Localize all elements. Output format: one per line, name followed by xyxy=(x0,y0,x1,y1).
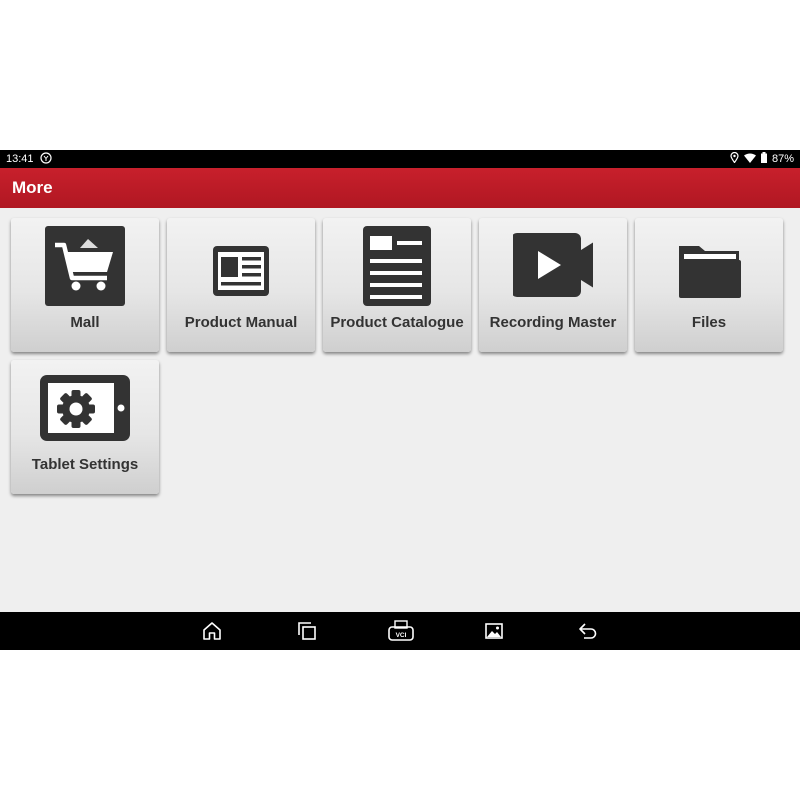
tile-label: Product Catalogue xyxy=(330,314,464,331)
app-bar: More xyxy=(0,168,800,208)
tile-label: Recording Master xyxy=(489,314,617,331)
tile-label: Mall xyxy=(70,314,100,331)
back-icon[interactable] xyxy=(576,619,600,643)
home-icon[interactable] xyxy=(200,619,224,643)
tablet-settings-icon xyxy=(40,368,130,448)
tile-label: Tablet Settings xyxy=(31,456,139,473)
catalogue-icon xyxy=(357,226,437,306)
video-camera-icon xyxy=(511,226,597,306)
status-right: 87% xyxy=(730,151,794,166)
tablet-screen: 13:41 87% More Mall Product Manual Produ… xyxy=(0,150,800,650)
tile-label: Product Manual xyxy=(184,314,298,331)
location-icon xyxy=(730,151,739,166)
wifi-icon xyxy=(743,153,756,166)
vci-label: VCI xyxy=(396,632,407,639)
tile-product-manual[interactable]: Product Manual xyxy=(167,218,315,352)
tile-product-catalogue[interactable]: Product Catalogue xyxy=(323,218,471,352)
navigation-bar: VCI xyxy=(0,612,800,650)
screenshot-icon[interactable] xyxy=(482,619,506,643)
tile-recording-master[interactable]: Recording Master xyxy=(479,218,627,352)
tile-tablet-settings[interactable]: Tablet Settings xyxy=(11,360,159,494)
shopping-cart-icon xyxy=(45,226,125,306)
recent-apps-icon[interactable] xyxy=(295,619,319,643)
battery-icon xyxy=(760,152,767,166)
folder-icon xyxy=(669,226,749,306)
battery-percent: 87% xyxy=(771,153,794,165)
notification-app-icon xyxy=(39,151,52,167)
vci-icon[interactable]: VCI xyxy=(386,619,416,643)
tile-files[interactable]: Files xyxy=(635,218,783,352)
page-title: More xyxy=(12,178,53,197)
tile-mall[interactable]: Mall xyxy=(11,218,159,352)
tile-label: Files xyxy=(691,314,727,331)
status-time: 13:41 xyxy=(6,153,34,165)
manual-icon xyxy=(201,226,281,306)
status-bar: 13:41 87% xyxy=(0,150,800,168)
